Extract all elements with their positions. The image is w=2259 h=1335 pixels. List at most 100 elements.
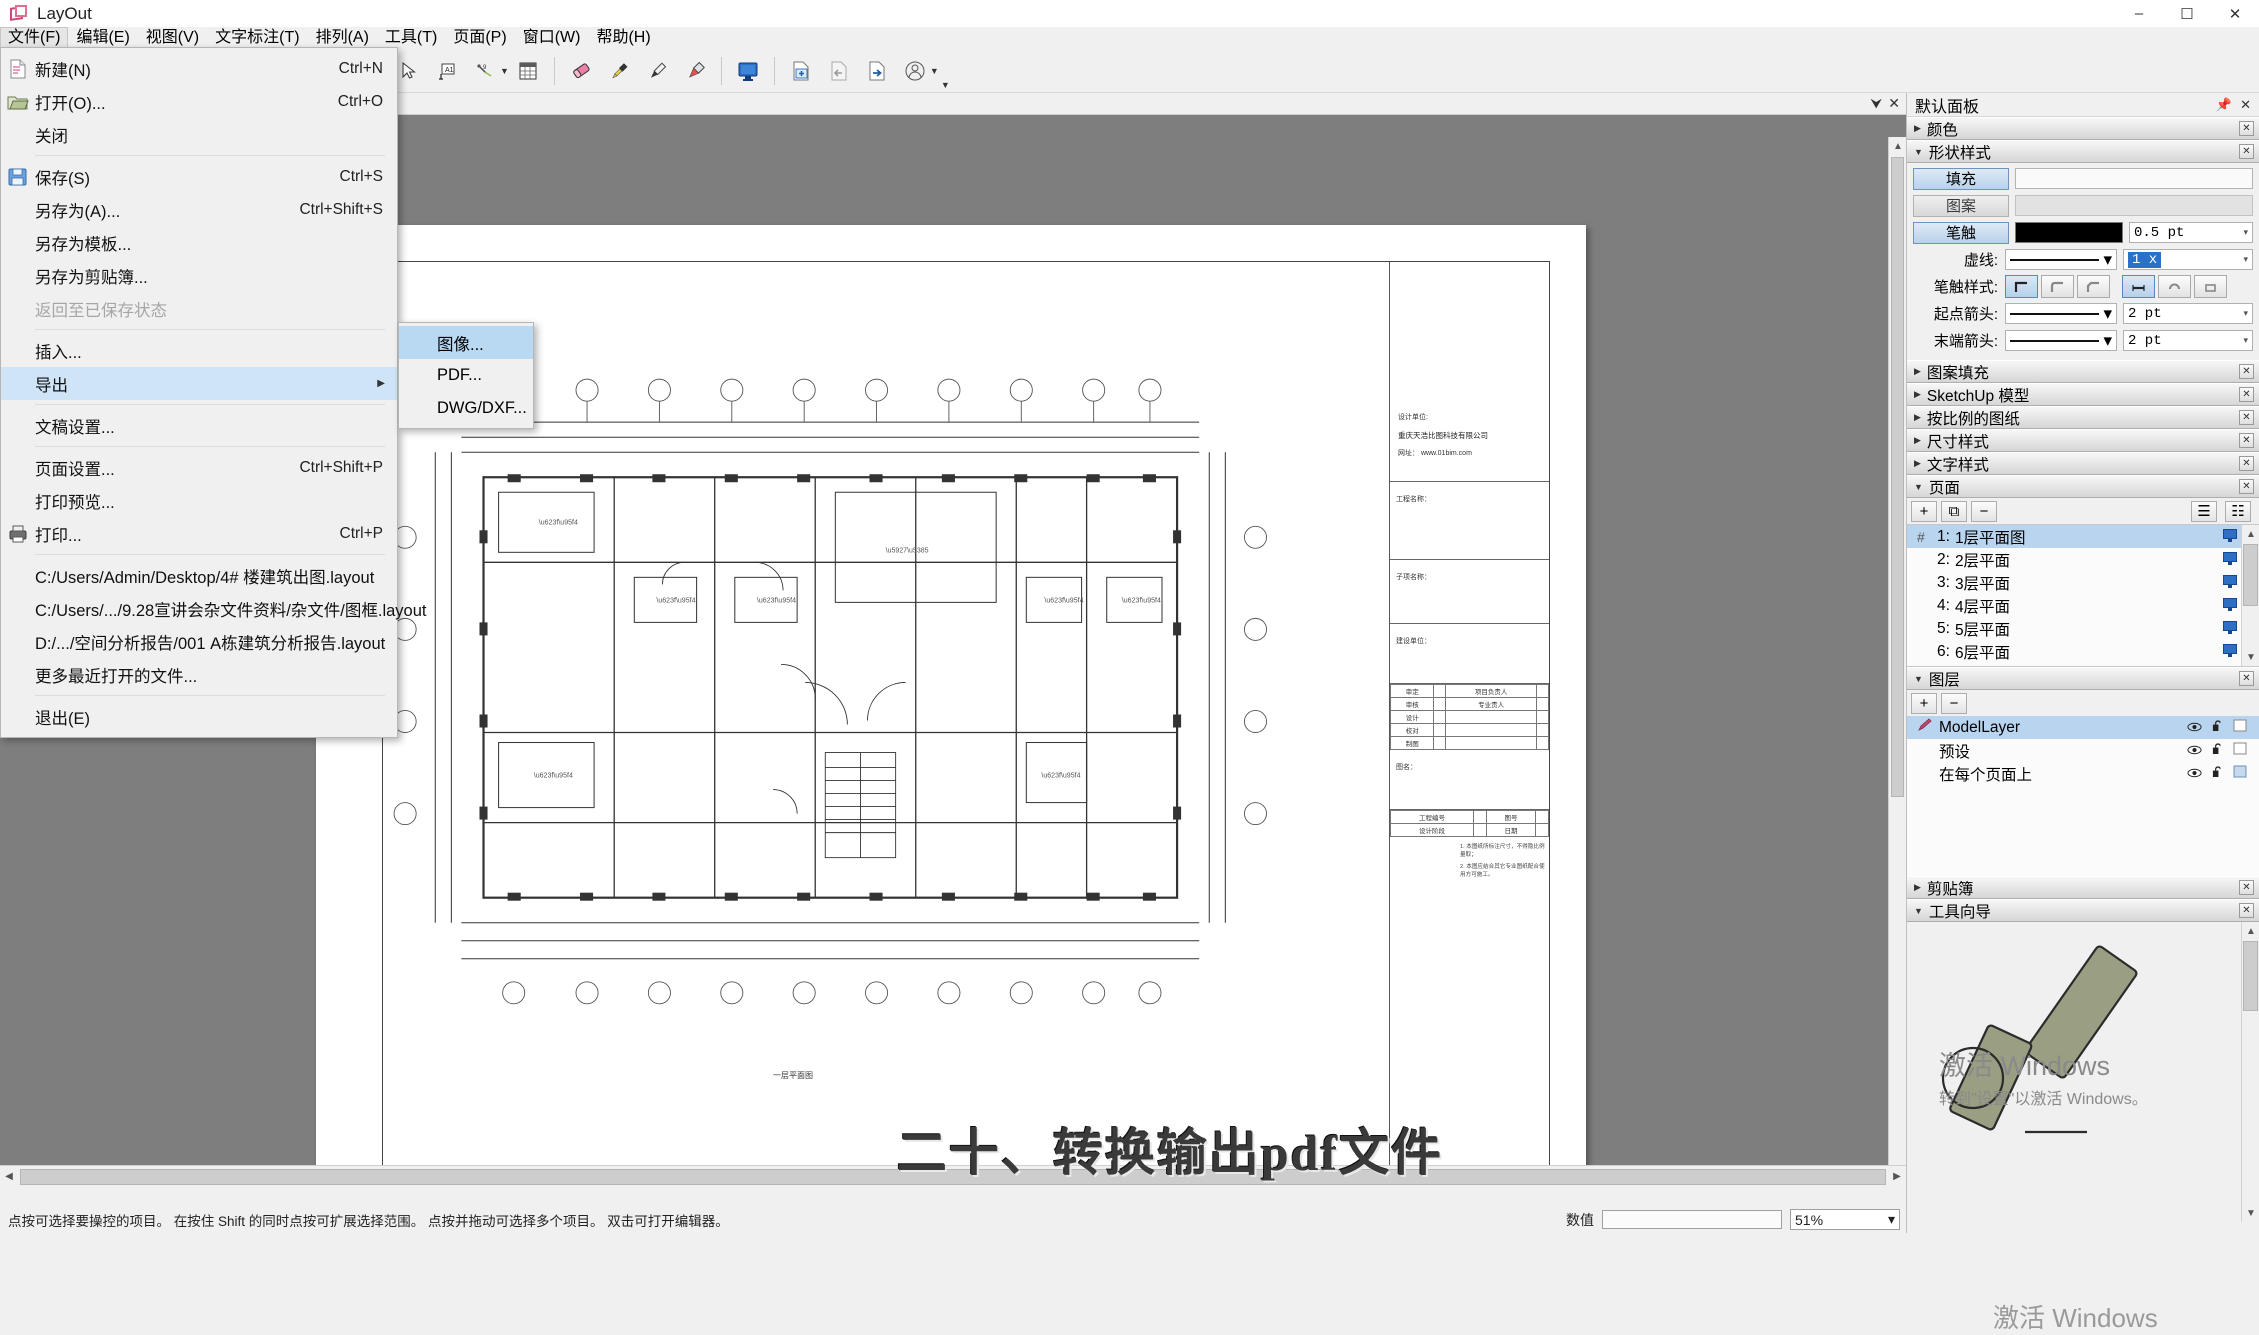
corner-bevel-button[interactable] — [2077, 275, 2110, 298]
menu-item-document-setup[interactable]: 文稿设置... — [1, 409, 397, 442]
menu-help[interactable]: 帮助(H) — [588, 27, 658, 49]
text-tool-icon[interactable]: A1 — [428, 52, 466, 90]
menu-tools[interactable]: 工具(T) — [377, 27, 445, 49]
recent-file-1[interactable]: C:/Users/Admin/Desktop/4# 楼建筑出图.layout — [1, 559, 397, 592]
account-icon[interactable] — [896, 52, 934, 90]
menu-item-insert[interactable]: 插入... — [1, 334, 397, 367]
section-color[interactable]: ▶ 颜色 ✕ — [1907, 117, 2259, 140]
previous-page-icon[interactable] — [820, 52, 858, 90]
tool-guide-scrollbar[interactable]: ▲ ▼ — [2241, 922, 2259, 1222]
menu-item-new[interactable]: 新建(N) Ctrl+N — [1, 52, 397, 85]
menu-pages[interactable]: 页面(P) — [445, 27, 514, 49]
section-clipboard-close-icon[interactable]: ✕ — [2239, 880, 2254, 895]
section-tool-guide[interactable]: ▼ 工具向导 ✕ — [1907, 899, 2259, 922]
menu-item-exit[interactable]: 退出(E) — [1, 700, 397, 733]
corner-miter-button[interactable] — [2005, 275, 2038, 298]
add-layer-button[interactable]: + — [1911, 692, 1937, 714]
menu-item-more-recent-files[interactable]: 更多最近打开的文件... — [1, 658, 397, 691]
duplicate-page-button[interactable]: ⧉ — [1941, 500, 1967, 522]
recent-file-2[interactable]: C:/Users/.../9.28宣讲会杂文件资料/杂文件/图框.layout — [1, 592, 427, 625]
table-icon[interactable] — [509, 52, 547, 90]
stroke-width-combobox[interactable]: 0.5 pt ▾ — [2129, 222, 2253, 243]
section-layers[interactable]: ▼ 图层 ✕ — [1907, 667, 2259, 690]
section-clipboard[interactable]: ▶ 剪贴簿 ✕ — [1907, 876, 2259, 899]
unlock-icon[interactable] — [2212, 719, 2223, 737]
section-shape-style[interactable]: ▼ 形状样式 ✕ — [1907, 140, 2259, 163]
section-color-close-icon[interactable]: ✕ — [2239, 121, 2254, 136]
monitor-icon[interactable] — [2223, 574, 2237, 592]
highlighter-icon[interactable] — [676, 52, 714, 90]
stroke-toggle-button[interactable]: 笔触 — [1913, 221, 2009, 244]
chevron-down-icon[interactable]: ▾ — [2103, 304, 2112, 324]
eyedropper-icon[interactable] — [600, 52, 638, 90]
monitor-icon[interactable] — [2223, 551, 2237, 569]
section-scaled-drawing[interactable]: ▶ 按比例的图纸 ✕ — [1907, 406, 2259, 429]
menu-item-open[interactable]: 打开(O)... Ctrl+O — [1, 85, 397, 118]
page-item-6[interactable]: 6: 6层平面 — [1907, 640, 2259, 663]
next-page-icon[interactable] — [858, 52, 896, 90]
monitor-icon[interactable] — [2223, 528, 2237, 546]
eye-icon[interactable] — [2187, 765, 2202, 783]
eye-icon[interactable] — [2187, 719, 2202, 737]
layer-shared-icon[interactable] — [2233, 742, 2247, 760]
menu-text[interactable]: 文字标注(T) — [207, 27, 307, 49]
menu-view[interactable]: 视图(V) — [138, 27, 207, 49]
maximize-button[interactable]: ☐ — [2163, 0, 2211, 27]
chevron-down-icon[interactable]: ▾ — [1888, 1211, 1895, 1228]
page-item-5[interactable]: 5: 5层平面 — [1907, 617, 2259, 640]
unlock-icon[interactable] — [2212, 742, 2223, 760]
menu-edit[interactable]: 编辑(E) — [68, 27, 137, 49]
end-arrow-size-combobox[interactable]: 2 pt ▾ — [2123, 330, 2253, 351]
dash-scale-combobox[interactable]: 1 x ▾ — [2123, 249, 2253, 270]
section-pages-close-icon[interactable]: ✕ — [2239, 479, 2254, 494]
pages-grid-view-button[interactable]: ☷ — [2225, 500, 2251, 522]
scroll-left-icon[interactable]: ◀ — [0, 1168, 18, 1186]
section-tool-guide-close-icon[interactable]: ✕ — [2239, 903, 2254, 918]
document-minimize-icon[interactable]: ⮟ — [1870, 95, 1882, 112]
scroll-up-icon[interactable]: ▲ — [1889, 137, 1906, 155]
scroll-down-icon[interactable]: ▼ — [2242, 648, 2259, 666]
section-shape-style-close-icon[interactable]: ✕ — [2239, 144, 2254, 159]
page-item-3[interactable]: 3: 3层平面 — [1907, 571, 2259, 594]
submenu-item-image[interactable]: 图像... — [399, 326, 533, 359]
section-scaled-drawing-close-icon[interactable]: ✕ — [2239, 410, 2254, 425]
layer-shared-icon[interactable] — [2233, 765, 2247, 783]
tray-close-icon[interactable]: ✕ — [2240, 97, 2251, 113]
submenu-item-pdf[interactable]: PDF... — [399, 359, 533, 392]
eye-icon[interactable] — [2187, 742, 2202, 760]
menu-window[interactable]: 窗口(W) — [515, 27, 589, 49]
chevron-down-icon[interactable]: ▾ — [2243, 255, 2248, 265]
menu-arrange[interactable]: 排列(A) — [308, 27, 377, 49]
minimize-button[interactable]: – — [2115, 0, 2163, 27]
chevron-down-icon[interactable]: ▾ — [2243, 228, 2248, 238]
zoom-level-combobox[interactable]: 51% ▾ — [1790, 1209, 1900, 1230]
section-text-style[interactable]: ▶ 文字样式 ✕ — [1907, 452, 2259, 475]
monitor-icon[interactable] — [2223, 597, 2237, 615]
scroll-right-icon[interactable]: ▶ — [1888, 1168, 1906, 1186]
menu-item-save-as[interactable]: 另存为(A)... Ctrl+Shift+S — [1, 193, 397, 226]
cap-round-button[interactable] — [2158, 275, 2191, 298]
display-monitor-icon[interactable] — [729, 52, 767, 90]
value-control-input[interactable] — [1602, 1210, 1782, 1229]
cap-butt-button[interactable] — [2122, 275, 2155, 298]
scroll-up-icon[interactable]: ▲ — [2242, 922, 2259, 940]
recent-file-3[interactable]: D:/.../空间分析报告/001 A栋建筑分析报告.layout — [1, 625, 397, 658]
layer-shared-icon[interactable] — [2233, 719, 2247, 737]
page-item-2[interactable]: 2: 2层平面 — [1907, 548, 2259, 571]
menu-item-save[interactable]: 保存(S) Ctrl+S — [1, 160, 397, 193]
layer-item-modellayer[interactable]: ModelLayer — [1907, 716, 2259, 739]
chevron-down-icon[interactable]: ▾ — [2103, 331, 2112, 351]
start-arrow-combobox[interactable]: ▾ — [2005, 303, 2117, 324]
add-page-button[interactable]: + — [1911, 500, 1937, 522]
menu-item-export[interactable]: 导出 ▶ — [1, 367, 397, 400]
remove-page-button[interactable]: − — [1971, 500, 1997, 522]
layers-list[interactable]: ModelLayer 预设 在每个页面上 — [1907, 716, 2259, 876]
eraser-pink-icon[interactable] — [562, 52, 600, 90]
chevron-down-icon[interactable]: ▾ — [2243, 309, 2248, 319]
section-sketchup-model[interactable]: ▶ SketchUp 模型 ✕ — [1907, 383, 2259, 406]
menu-item-print-preview[interactable]: 打印预览... — [1, 484, 397, 517]
start-arrow-size-combobox[interactable]: 2 pt ▾ — [2123, 303, 2253, 324]
menu-item-print[interactable]: 打印... Ctrl+P — [1, 517, 397, 550]
canvas-vertical-scrollbar[interactable]: ▲ ▼ — [1888, 137, 1906, 1165]
add-page-icon[interactable] — [782, 52, 820, 90]
